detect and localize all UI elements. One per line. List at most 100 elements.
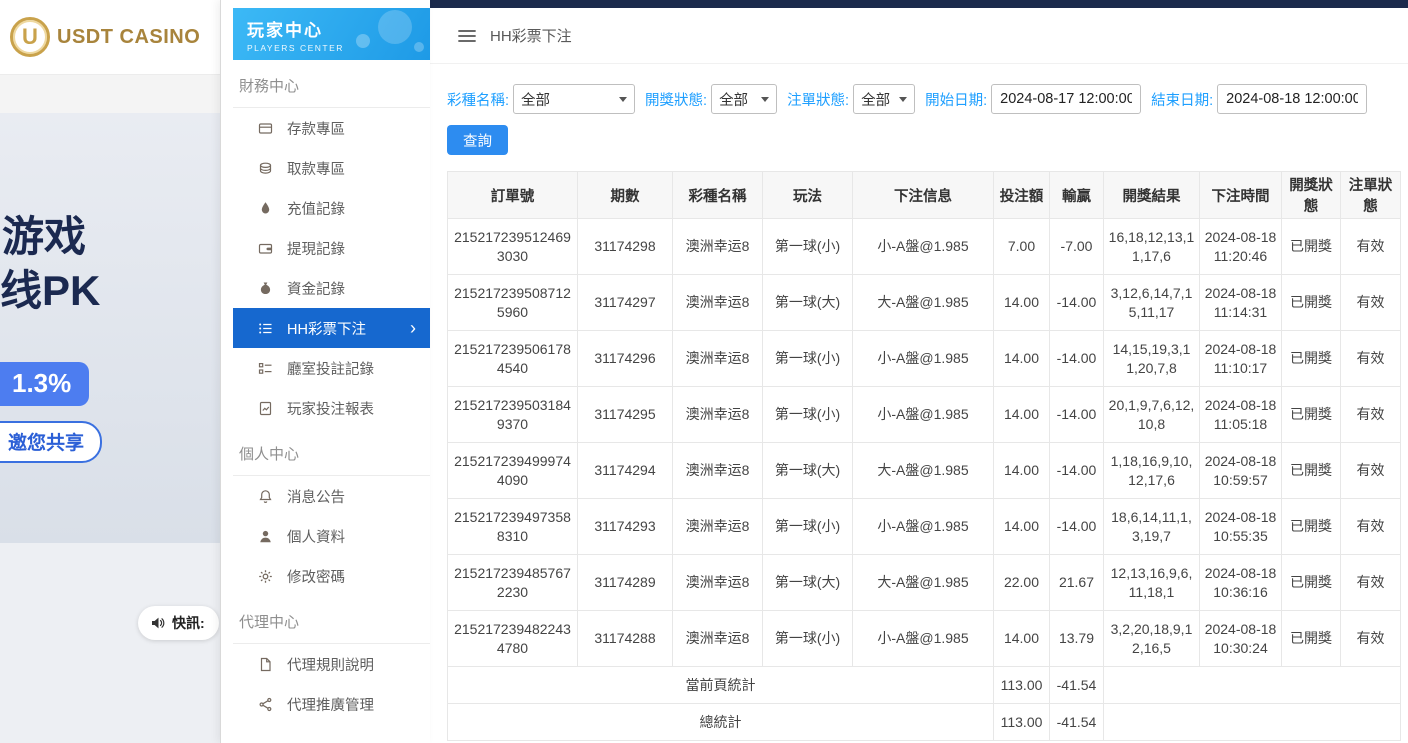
draw-status-label: 開獎狀態:	[645, 89, 707, 110]
table-cell: 22.00	[994, 555, 1050, 611]
table-cell: 已開獎	[1282, 611, 1341, 667]
table-cell: 20,1,9,7,6,12,10,8	[1104, 387, 1200, 443]
room-bets-icon	[257, 360, 273, 376]
table-cell: 澳洲幸运8	[673, 443, 763, 499]
table-cell: 已開獎	[1282, 331, 1341, 387]
table-cell: 第一球(大)	[763, 275, 853, 331]
table-cell: 小-A盤@1.985	[853, 611, 994, 667]
main-panel: HH彩票下注 彩種名稱: 全部 開獎狀態: 全部 注單狀態: 全部 開始日期: …	[430, 8, 1408, 743]
section-title-agent: 代理中心	[233, 596, 430, 644]
search-button[interactable]: 查詢	[447, 125, 508, 155]
withdraw-record-icon	[257, 240, 273, 256]
table-cell: -14.00	[1050, 331, 1104, 387]
usdt-coin-logo-icon[interactable]: U	[10, 17, 50, 57]
sidebar-item-withdraw-record[interactable]: 提現記錄	[233, 228, 430, 268]
summary-row: 總統計113.00-41.54	[448, 704, 1401, 741]
sidebar-item-agent-rules[interactable]: 代理規則說明	[233, 644, 430, 684]
announcement-icon	[257, 488, 273, 504]
sidebar-menu: 財務中心 存款專區 取款專區 充值記錄 提現記錄 資金記錄 HH彩票下注 ›	[233, 60, 430, 724]
sidebar-item-hh-lottery-bets[interactable]: HH彩票下注 ›	[233, 308, 430, 348]
deposit-icon	[257, 120, 273, 136]
sidebar-item-recharge-record[interactable]: 充值記錄	[233, 188, 430, 228]
table-row: 215217239485767223031174289澳洲幸运8第一球(大)大-…	[448, 555, 1401, 611]
banner-invite-bubble: 邀您共享	[0, 421, 102, 463]
table-cell: 2152172394999744090	[448, 443, 578, 499]
table-cell: 已開獎	[1282, 387, 1341, 443]
sidebar-item-label: 充值記錄	[287, 198, 345, 219]
table-cell: 有效	[1341, 387, 1401, 443]
sidebar-item-player-report[interactable]: 玩家投注報表	[233, 388, 430, 428]
bet-status-label: 注單狀態:	[787, 89, 849, 110]
table-cell: 2152172395031849370	[448, 387, 578, 443]
withdraw-icon	[257, 160, 273, 176]
sidebar-item-deposit[interactable]: 存款專區	[233, 108, 430, 148]
sidebar-item-announcements[interactable]: 消息公告	[233, 476, 430, 516]
sidebar-item-profile[interactable]: 個人資料	[233, 516, 430, 556]
chevron-down-icon	[619, 97, 627, 102]
sidebar-item-change-password[interactable]: 修改密碼	[233, 556, 430, 596]
table-cell: 澳洲幸运8	[673, 555, 763, 611]
hamburger-menu-icon[interactable]	[458, 29, 476, 43]
column-header: 訂單號	[448, 172, 578, 219]
site-header: U USDT CASINO	[0, 0, 220, 75]
table-cell: 2152172395061784540	[448, 331, 578, 387]
table-cell: 2024-08-18 10:36:16	[1200, 555, 1282, 611]
table-cell: 31174289	[578, 555, 673, 611]
sidebar-item-withdraw[interactable]: 取款專區	[233, 148, 430, 188]
column-header: 彩種名稱	[673, 172, 763, 219]
sidebar-item-funds-record[interactable]: 資金記錄	[233, 268, 430, 308]
sidebar-item-label: 代理規則說明	[287, 654, 374, 675]
summary-bet-total: 113.00	[994, 667, 1050, 704]
table-cell: 2152172394822434780	[448, 611, 578, 667]
table-cell: 澳洲幸运8	[673, 331, 763, 387]
end-date-input[interactable]	[1217, 84, 1367, 114]
table-cell: 有效	[1341, 219, 1401, 275]
sidebar-item-room-bet-records[interactable]: 廳室投註記錄	[233, 348, 430, 388]
chevron-right-icon: ›	[410, 319, 416, 337]
column-header: 輸贏	[1050, 172, 1104, 219]
table-cell: 澳洲幸运8	[673, 275, 763, 331]
bets-table-body: 215217239512469303031174298澳洲幸运8第一球(小)小-…	[448, 219, 1401, 741]
table-cell: 第一球(小)	[763, 331, 853, 387]
start-date-input[interactable]	[991, 84, 1141, 114]
sidebar-item-agent-promotion[interactable]: 代理推廣管理	[233, 684, 430, 724]
table-cell: 2024-08-18 11:20:46	[1200, 219, 1282, 275]
table-cell: 已開獎	[1282, 499, 1341, 555]
sidebar-subtitle: PLAYERS CENTER	[247, 43, 430, 53]
table-cell: 有效	[1341, 555, 1401, 611]
table-cell: 14.00	[994, 275, 1050, 331]
table-cell: 7.00	[994, 219, 1050, 275]
site-logo-text[interactable]: USDT CASINO	[57, 26, 200, 49]
table-cell: 有效	[1341, 499, 1401, 555]
table-cell: -14.00	[1050, 275, 1104, 331]
column-header: 開獎狀態	[1282, 172, 1341, 219]
end-date-label: 結束日期:	[1151, 89, 1213, 110]
content-area: 彩種名稱: 全部 開獎狀態: 全部 注單狀態: 全部 開始日期: 結束日期: 查…	[430, 64, 1408, 741]
section-title-finance: 財務中心	[233, 60, 430, 108]
player-report-icon	[257, 400, 273, 416]
table-cell: 第一球(小)	[763, 219, 853, 275]
table-cell: 第一球(小)	[763, 499, 853, 555]
speaker-icon	[150, 615, 166, 631]
table-cell: 2024-08-18 11:14:31	[1200, 275, 1282, 331]
table-cell: 14.00	[994, 331, 1050, 387]
profile-icon	[257, 528, 273, 544]
table-cell: 1,18,16,9,10,12,17,6	[1104, 443, 1200, 499]
table-row: 215217239482243478031174288澳洲幸运8第一球(小)小-…	[448, 611, 1401, 667]
draw-status-select[interactable]: 全部	[711, 84, 777, 114]
table-cell: 31174295	[578, 387, 673, 443]
ticker-label: 快訊:	[172, 613, 205, 633]
news-ticker-pill: 快訊:	[138, 606, 219, 640]
bet-status-select[interactable]: 全部	[853, 84, 915, 114]
sidebar-item-label: 提現記錄	[287, 238, 345, 259]
table-cell: 已開獎	[1282, 275, 1341, 331]
funds-record-icon	[257, 280, 273, 296]
bet-status-value: 全部	[861, 89, 890, 110]
table-cell: 有效	[1341, 275, 1401, 331]
sidebar-item-label: 消息公告	[287, 486, 345, 507]
table-cell: 小-A盤@1.985	[853, 499, 994, 555]
column-header: 下注信息	[853, 172, 994, 219]
table-cell: 有效	[1341, 611, 1401, 667]
table-row: 215217239499974409031174294澳洲幸运8第一球(大)大-…	[448, 443, 1401, 499]
lottery-name-select[interactable]: 全部	[513, 84, 635, 114]
